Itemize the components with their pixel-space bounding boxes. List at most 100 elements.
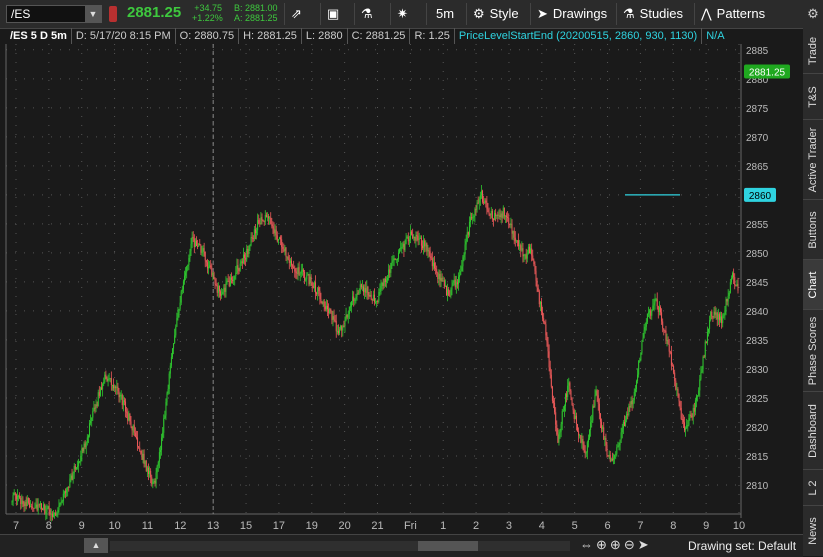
tab-active-trader[interactable]: Active Trader [803,120,823,200]
candle-body [492,219,494,221]
candle-body [346,314,348,318]
candle-body [423,240,425,249]
candle-body [132,425,134,431]
candle-body [669,351,671,353]
x-tick-label: 6 [604,520,610,532]
candle-body [228,280,230,287]
fit-horizontal-icon[interactable]: ⇔ [580,537,596,552]
chevron-down-icon[interactable]: ▼ [85,6,101,22]
candle-body [266,216,268,218]
zoom-in-icon[interactable]: ⊕ [610,537,624,552]
candle-body [288,259,290,264]
candle-body [524,254,526,256]
candle-body [309,276,311,285]
x-tick-label: 10 [733,520,745,532]
candle-body [497,214,499,216]
candle-body [125,401,127,412]
tab-buttons[interactable]: Buttons [803,200,823,260]
y-tick-label: 2825 [746,394,769,405]
candle-body [98,392,100,396]
candle-body [656,299,658,307]
flask-button[interactable]: ⚗ [354,3,390,25]
expand-up-icon[interactable]: ▲ [84,538,108,553]
tab-dashboard[interactable]: Dashboard [803,392,823,470]
candle-body [671,365,673,367]
candle-body [685,427,687,431]
patterns-button[interactable]: ⋀ Patterns [694,3,802,25]
alert-flag-icon[interactable] [109,6,117,22]
candle-body [452,282,454,287]
tab-chart[interactable]: Chart [803,260,823,310]
candle-body [249,245,251,247]
candle-body [609,454,611,462]
chart-background [0,44,801,534]
bar-range: R: 1.25 [410,28,455,44]
share-button[interactable]: ⇗ [284,3,320,25]
candle-body [523,254,525,257]
candle-body [116,386,118,389]
quote-button[interactable]: ▣ [320,3,354,25]
candle-body [691,416,693,418]
cursor-icon[interactable]: ➤ [638,537,652,552]
gear-icon: ✷ [397,6,408,21]
studies-button[interactable]: ⚗ Studies [616,3,694,25]
tab-news[interactable]: News [803,506,823,556]
bar-low: L: 2880 [302,28,348,44]
tab-time-and-sales[interactable]: T&S [803,74,823,120]
x-tick-label: 8 [670,520,676,532]
price-chart[interactable]: 2810 2815 2820 2825 2830 2835 2840 2845 2850 2855… [0,44,801,534]
candle-body [25,502,27,507]
candle-body [200,245,202,253]
candle-body [582,438,584,445]
candle-body [520,245,522,251]
candle-body [432,262,434,267]
scrollbar-thumb[interactable] [418,541,478,551]
chart-scrollbar[interactable] [110,541,570,551]
candle-body [347,313,349,318]
candle-body [391,261,393,263]
chart-canvas[interactable]: 2810281528202825283028352840284528502855… [0,44,801,534]
candle-body [381,282,383,286]
candle-body [316,292,318,295]
zoom-out-icon[interactable]: ⊖ [624,537,638,552]
symbol-input[interactable]: /ES ▼ [6,5,102,23]
candle-body [396,259,398,261]
candle-body [197,246,199,248]
candle-body [431,258,433,267]
candle-body [351,301,353,307]
tab-level2[interactable]: L 2 [803,470,823,506]
candle-body [123,400,125,402]
candle-body [572,405,574,411]
aggregation-button[interactable]: 5m [426,3,466,25]
candle-body [479,195,481,200]
tab-trade[interactable]: Trade [803,28,823,74]
drawings-button[interactable]: ➤ Drawings [530,3,616,25]
candle-body [442,280,444,282]
candle-body [83,443,85,452]
candle-body [637,374,639,381]
crosshair-icon[interactable]: ⊕ [596,537,610,552]
candle-body [133,425,135,433]
candle-body [593,406,595,408]
chart-settings-gear-icon[interactable]: ⚙ [803,0,823,28]
candle-body [325,305,327,310]
candle-body [512,230,514,234]
candle-body [28,502,30,507]
style-button[interactable]: ⚙ Style [466,3,530,25]
candle-body [435,268,437,270]
settings-button[interactable]: ✷ [390,3,426,25]
candle-body [677,389,679,395]
tab-phase-scores[interactable]: Phase Scores [803,310,823,392]
candle-body [236,265,238,273]
candle-body [180,291,182,303]
candle-body [714,311,716,315]
candle-body [331,310,333,320]
drawing-set-label[interactable]: Drawing set: Default [688,539,796,553]
candle-body [436,269,438,273]
candle-body [566,393,568,398]
candle-body [252,238,254,240]
candle-body [622,422,624,429]
candle-body [449,295,451,297]
candle-body [185,272,187,276]
candle-body [229,277,231,287]
